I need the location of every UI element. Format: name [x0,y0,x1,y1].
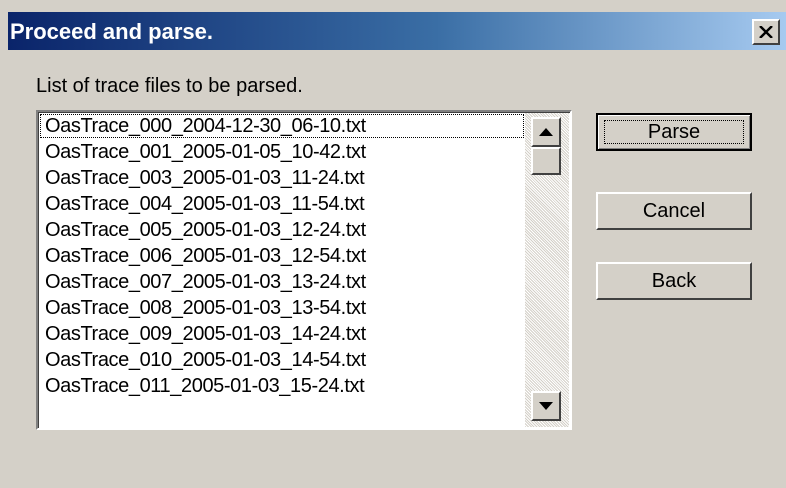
close-icon [759,26,773,38]
scroll-up-button[interactable] [531,117,561,147]
scroll-down-button[interactable] [531,391,561,421]
title-bar[interactable]: Proceed and parse. [8,12,786,50]
list-item[interactable]: OasTrace_011_2005-01-03_15-24.txt [39,373,525,399]
vertical-scrollbar[interactable] [525,113,569,427]
list-item[interactable]: OasTrace_005_2005-01-03_12-24.txt [39,217,525,243]
trace-file-listbox[interactable]: OasTrace_000_2004-12-30_06-10.txt OasTrac… [36,110,572,430]
parse-button[interactable]: Parse [596,113,752,151]
dialog-window: Proceed and parse. List of trace files t… [0,0,786,488]
arrow-down-icon [539,402,553,410]
list-item[interactable]: OasTrace_008_2005-01-03_13-54.txt [39,295,525,321]
list-item[interactable]: OasTrace_003_2005-01-03_11-24.txt [39,165,525,191]
scroll-thumb[interactable] [531,147,561,175]
parse-button-label: Parse [647,120,701,143]
list-item[interactable]: OasTrace_000_2004-12-30_06-10.txt [39,113,525,139]
back-button[interactable]: Back [596,262,752,300]
list-item[interactable]: OasTrace_010_2005-01-03_14-54.txt [39,347,525,373]
list-item[interactable]: OasTrace_007_2005-01-03_13-24.txt [39,269,525,295]
cancel-button[interactable]: Cancel [596,192,752,230]
list-item[interactable]: OasTrace_006_2005-01-03_12-54.txt [39,243,525,269]
cancel-button-label: Cancel [642,199,706,222]
list-item[interactable]: OasTrace_001_2005-01-05_10-42.txt [39,139,525,165]
window-title: Proceed and parse. [10,19,213,44]
list-item[interactable]: OasTrace_004_2005-01-03_11-54.txt [39,191,525,217]
close-button[interactable] [752,19,780,45]
listbox-frame: OasTrace_000_2004-12-30_06-10.txt OasTrac… [38,112,570,428]
list-item[interactable]: OasTrace_009_2005-01-03_14-24.txt [39,321,525,347]
back-button-label: Back [651,269,697,292]
arrow-up-icon [539,128,553,136]
trace-file-list[interactable]: OasTrace_000_2004-12-30_06-10.txt OasTrac… [39,113,525,399]
list-caption: List of trace files to be parsed. [36,75,303,97]
